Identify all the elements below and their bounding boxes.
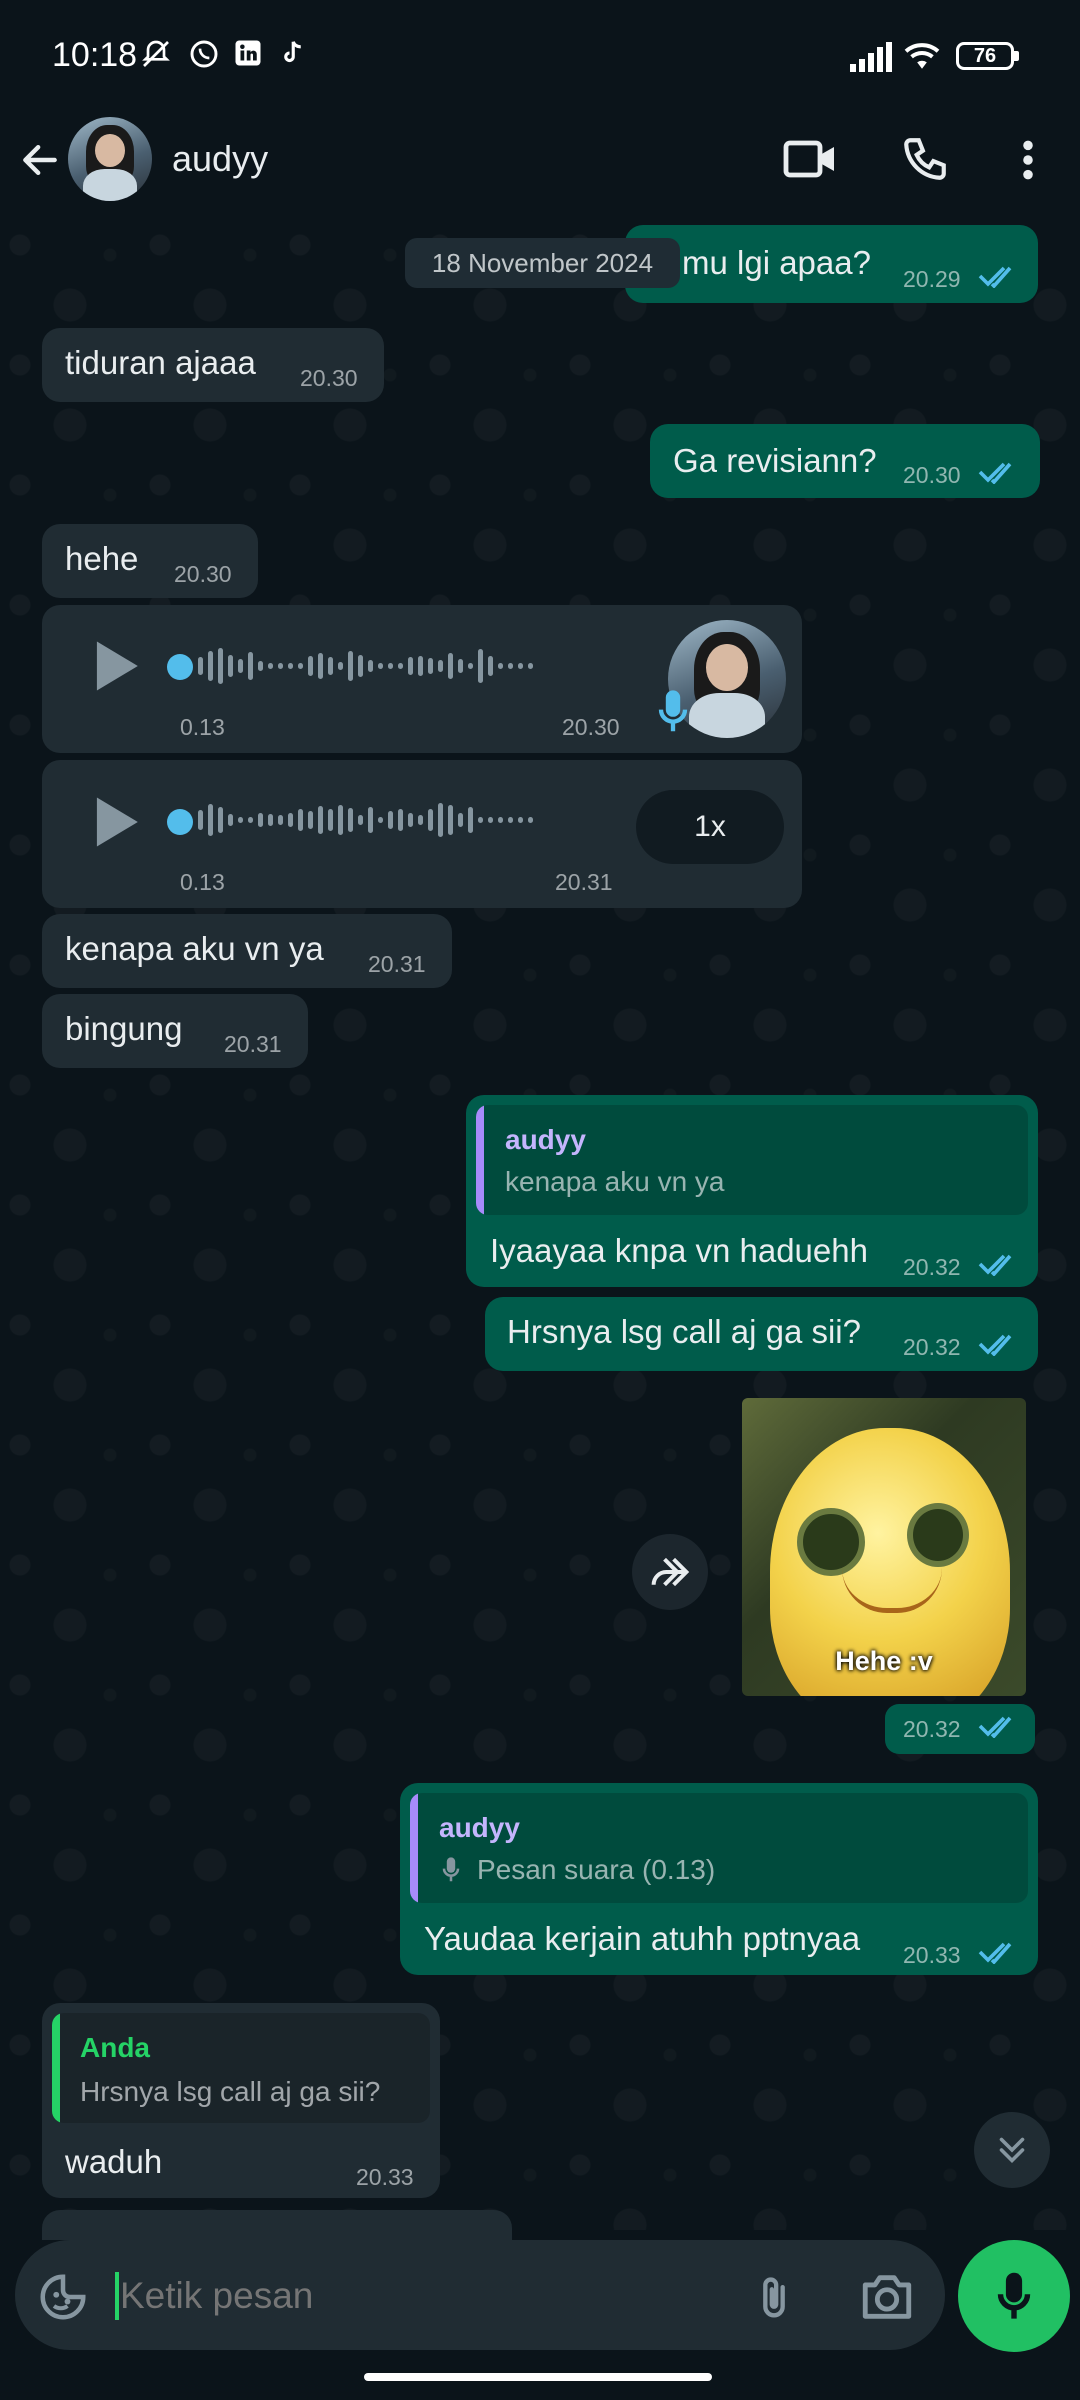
quote-text: Pesan suara (0.13): [477, 1854, 716, 1885]
read-ticks-icon: [978, 462, 1012, 484]
voice-call-icon[interactable]: [900, 134, 950, 189]
signal-icon: [850, 42, 894, 77]
mic-icon: [997, 2272, 1031, 2319]
mute-bell-icon: [140, 38, 172, 70]
home-indicator[interactable]: [364, 2373, 712, 2381]
quote-text: Hrsnya lsg call aj ga sii?: [80, 2076, 381, 2107]
voice-duration: 0.13: [180, 714, 225, 740]
tiktok-icon: [276, 38, 308, 70]
read-ticks-icon: [978, 1334, 1012, 1356]
waveform: [198, 803, 538, 843]
message-text: Iyaayaa knpa vn haduehh: [490, 1232, 868, 1269]
message-time: 20.30: [903, 462, 961, 488]
forward-button[interactable]: [632, 1534, 708, 1610]
message-text: kenapa aku vn ya: [65, 930, 324, 967]
more-options-icon[interactable]: [1016, 138, 1040, 187]
message-time: 20.32: [903, 1254, 961, 1280]
message-time: 20.30: [562, 714, 620, 740]
quoted-message[interactable]: [410, 1793, 1028, 1903]
video-call-icon[interactable]: [782, 136, 838, 187]
voice-duration: 0.13: [180, 869, 225, 895]
read-ticks-icon: [978, 1942, 1012, 1964]
quote-author: audyy: [439, 1812, 520, 1843]
message-text: Ga revisiann?: [673, 442, 877, 479]
message-text: Yaudaa kerjain atuhh pptnyaa: [424, 1920, 861, 1957]
quote-author: Anda: [80, 2032, 150, 2063]
back-arrow-icon[interactable]: [18, 138, 62, 187]
message-time: 20.30: [174, 561, 232, 587]
message-time: 20.30: [300, 365, 358, 391]
message-text: Hrsnya lsg call aj ga sii?: [507, 1313, 861, 1350]
double-chevron-down-icon: [999, 2137, 1025, 2164]
linkedin-icon: [232, 38, 264, 70]
status-bar: 10:18 76: [0, 0, 1080, 115]
quote-text: kenapa aku vn ya: [505, 1166, 725, 1197]
quoted-message[interactable]: [476, 1105, 1028, 1215]
read-ticks-icon: [978, 1716, 1012, 1738]
message-input[interactable]: [118, 2262, 722, 2330]
quote-author: audyy: [505, 1124, 586, 1155]
message-bubble-incoming: [42, 2210, 512, 2240]
wifi-icon: [902, 40, 942, 77]
camera-icon[interactable]: [858, 2270, 916, 2329]
waveform: [198, 648, 538, 688]
whatsapp-icon: [188, 38, 220, 70]
seek-handle[interactable]: [167, 654, 193, 680]
message-time: 20.33: [356, 2164, 414, 2190]
scroll-down-button[interactable]: [974, 2112, 1050, 2188]
play-icon[interactable]: [88, 636, 144, 701]
status-time: 10:18: [52, 36, 138, 74]
mic-icon: [656, 688, 690, 741]
message-time: 20.29: [903, 266, 961, 292]
sticker-caption: Hehe :v: [835, 1646, 933, 1676]
forward-icon: [651, 1557, 690, 1587]
message-text: hehe: [65, 540, 139, 577]
message-time: 20.31: [368, 951, 426, 977]
battery-icon: 76: [956, 42, 1014, 70]
read-ticks-icon: [978, 266, 1012, 288]
message-text: tiduran ajaaa: [65, 344, 256, 381]
attach-icon[interactable]: [748, 2270, 800, 2331]
message-text: waduh: [65, 2143, 163, 2180]
voice-record-button[interactable]: [958, 2240, 1070, 2352]
message-text: mu lgi apaa?: [682, 244, 871, 281]
playback-speed-button[interactable]: 1x: [636, 790, 784, 864]
message-time: 20.32: [903, 1334, 961, 1360]
read-ticks-icon: [978, 1254, 1012, 1276]
date-chip: 18 November 2024: [405, 238, 680, 288]
contact-name[interactable]: audyy: [172, 138, 268, 180]
play-icon[interactable]: [88, 792, 144, 857]
sticker-image[interactable]: Hehe :v: [742, 1398, 1026, 1696]
contact-avatar[interactable]: [68, 117, 152, 201]
message-time: 20.32: [903, 1716, 961, 1742]
message-time: 20.33: [903, 1942, 961, 1968]
sticker-emoji-icon[interactable]: [36, 2270, 90, 2329]
message-text: bingung: [65, 1010, 183, 1047]
message-time: 20.31: [224, 1031, 282, 1057]
battery-level: 76: [973, 45, 997, 67]
seek-handle[interactable]: [167, 809, 193, 835]
message-time: 20.31: [555, 869, 613, 895]
mic-icon: [442, 1857, 460, 1882]
